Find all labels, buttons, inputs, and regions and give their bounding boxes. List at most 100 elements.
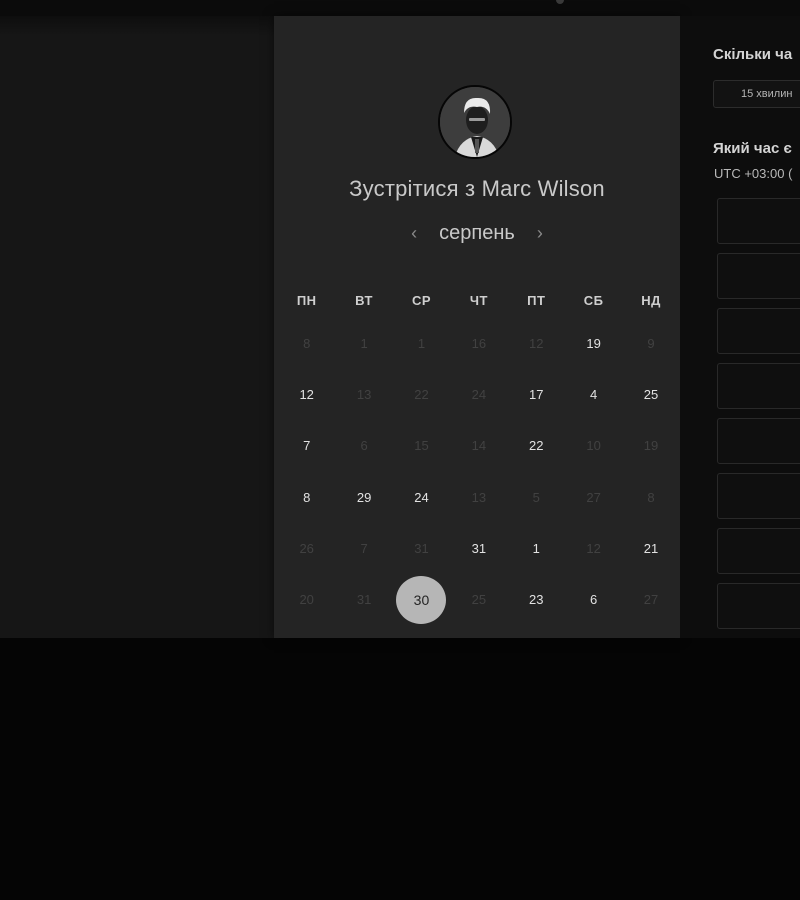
top-bar-indicator	[556, 0, 564, 4]
weekday-label: ПТ	[527, 293, 546, 308]
calendar-day[interactable]: 12	[278, 369, 335, 420]
calendar-day[interactable]: 19	[565, 318, 622, 369]
calendar-day: 19	[622, 420, 679, 471]
weekday-label: НД	[641, 293, 661, 308]
calendar-day: 6	[335, 420, 392, 471]
calendar-day-number: 9	[647, 336, 655, 352]
calendar-day: 16	[450, 318, 507, 369]
calendar-day: 24	[450, 369, 507, 420]
calendar-day-number: 22	[414, 387, 429, 403]
time-slot-button[interactable]	[717, 473, 800, 519]
time-slot-button[interactable]	[717, 253, 800, 299]
calendar-day: 15	[393, 420, 450, 471]
calendar-day-number: 10	[586, 438, 601, 454]
time-slot-button[interactable]	[717, 363, 800, 409]
calendar-day-number: 24	[471, 387, 487, 403]
calendar-day-selected[interactable]: 30	[393, 574, 450, 625]
calendar-day-number: 7	[360, 540, 368, 556]
calendar-day-number: 22	[529, 438, 544, 454]
calendar-day-number: 31	[356, 592, 372, 608]
calendar-day: 7	[335, 523, 392, 574]
time-heading: Який час є	[713, 140, 792, 157]
calendar-day-number: 7	[303, 438, 311, 454]
calendar-day: 22	[393, 369, 450, 420]
calendar-day-number: 1	[417, 336, 426, 352]
calendar-day-number: 1	[360, 336, 368, 352]
calendar-day[interactable]: 17	[508, 369, 565, 420]
calendar-day: 27	[622, 574, 679, 625]
timezone-label[interactable]: UTC +03:00 (	[714, 166, 792, 181]
calendar-day-number: 26	[299, 540, 314, 556]
time-slot-button[interactable]	[717, 418, 800, 464]
calendar-day[interactable]: 7	[278, 420, 335, 471]
weekday-label: СР	[411, 293, 431, 308]
calendar-day[interactable]: 24	[393, 472, 450, 523]
calendar-day-number: 15	[414, 438, 429, 454]
time-slot-button[interactable]	[717, 528, 800, 574]
duration-select[interactable]: 15 хвилин	[713, 80, 800, 108]
time-slot-button[interactable]	[717, 583, 800, 629]
calendar-day[interactable]: 6	[565, 574, 622, 625]
calendar-day[interactable]: 31	[450, 523, 507, 574]
calendar-day[interactable]: 29	[335, 472, 392, 523]
time-slot-button[interactable]	[717, 308, 800, 354]
calendar-day[interactable]: 8	[278, 472, 335, 523]
calendar-day: 8	[622, 472, 679, 523]
calendar-day-number: 13	[356, 387, 372, 403]
calendar-day-number: 21	[643, 540, 659, 556]
calendar-day-number: 6	[360, 438, 368, 454]
calendar-day-number: 17	[529, 387, 544, 403]
calendar-day-number: 20	[299, 592, 314, 608]
calendar-day: 31	[393, 523, 450, 574]
calendar-day: 27	[565, 472, 622, 523]
calendar-day-number: 25	[471, 592, 487, 608]
calendar-day-number: 27	[586, 489, 601, 505]
calendar-day-number: 29	[356, 489, 372, 505]
calendar-day-number: 23	[529, 592, 544, 608]
calendar-day-number: 8	[303, 336, 311, 352]
calendar-day: 12	[565, 523, 622, 574]
calendar-day-number: 13	[471, 489, 487, 505]
weekday-label: ПН	[296, 293, 317, 308]
month-navigator: ‹ серпень ›	[274, 220, 680, 246]
calendar-day-number: 14	[471, 438, 487, 454]
calendar-day-grid: 8 1 1 16 12 19 9 12 13 22 24 17 4 25 7 6 15 14 22 10 19 8 29 24…	[278, 318, 684, 625]
calendar-day: 12	[508, 318, 565, 369]
calendar-day: 10	[565, 420, 622, 471]
calendar-day: 14	[450, 420, 507, 471]
header-shadow	[0, 16, 274, 36]
calendar-day: 1	[335, 318, 392, 369]
calendar-day: 9	[622, 318, 679, 369]
weekday-header: ПН ВТ СР ЧТ ПТ СБ НД	[278, 293, 684, 308]
meeting-title: Зустрітися з Marc Wilson	[349, 176, 605, 201]
chevron-left-icon[interactable]: ‹	[399, 221, 429, 245]
calendar-day: 8	[278, 318, 335, 369]
calendar-day: 26	[278, 523, 335, 574]
calendar-day: 25	[450, 574, 507, 625]
top-bar	[0, 0, 800, 16]
calendar-day-number: 31	[414, 540, 429, 556]
weekday-label: СБ	[583, 293, 604, 308]
calendar-day[interactable]: 21	[622, 523, 679, 574]
weekday-label: ЧТ	[469, 293, 488, 308]
calendar-day[interactable]: 25	[622, 369, 679, 420]
calendar-day[interactable]: 1	[508, 523, 565, 574]
time-slot-button[interactable]	[717, 198, 800, 244]
calendar-day[interactable]: 22	[508, 420, 565, 471]
avatar	[438, 85, 512, 159]
month-label: серпень	[439, 222, 515, 244]
calendar-day[interactable]: 23	[508, 574, 565, 625]
duration-heading: Скільки ча	[713, 46, 793, 63]
person-photo-icon	[440, 87, 510, 157]
calendar-card: Зустрітися з Marc Wilson ‹ серпень › ПН …	[274, 16, 680, 638]
chevron-right-icon[interactable]: ›	[525, 221, 555, 245]
calendar-day-number: 24	[414, 489, 429, 505]
calendar-day-number: 12	[586, 540, 601, 556]
calendar-day-number: 31	[471, 540, 487, 556]
weekday-label: ВТ	[355, 293, 373, 308]
calendar-day-number: 5	[532, 489, 540, 505]
calendar-day[interactable]: 4	[565, 369, 622, 420]
calendar-day-number: 25	[643, 387, 659, 403]
calendar-day: 13	[450, 472, 507, 523]
calendar-day: 1	[393, 318, 450, 369]
